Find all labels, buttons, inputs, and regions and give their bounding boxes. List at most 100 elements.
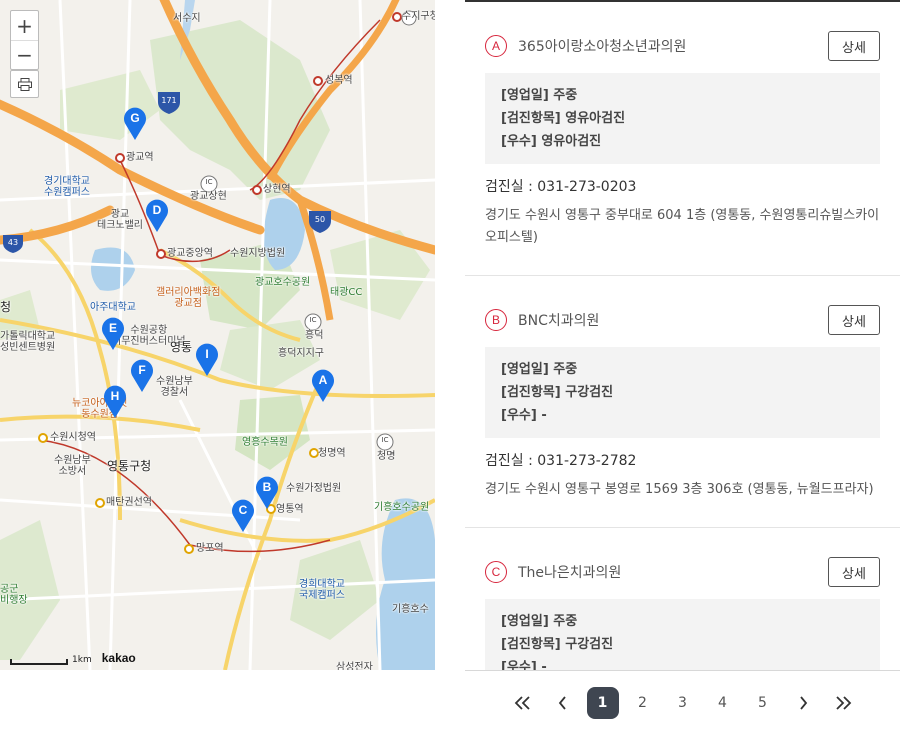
map-label-police: 수원남부 경찰서 xyxy=(156,376,193,398)
map-label-court: 수원지방법원 xyxy=(230,248,286,259)
map-label-sujigu: 수지구청 xyxy=(402,11,435,22)
clinic-name: The나은치과의원 xyxy=(518,565,622,581)
map-marker-d[interactable]: D xyxy=(144,197,170,233)
map-marker-h[interactable]: H xyxy=(102,383,128,419)
excellence: [우수] - xyxy=(501,408,547,423)
last-page-button[interactable] xyxy=(827,687,859,719)
page-button-1[interactable]: 1 xyxy=(586,687,619,719)
map-view[interactable]: 171 50 43 IC IC IC 서수지 수지구청 성복역 광교역 경기대학… xyxy=(0,0,435,670)
route-50-label: 50 xyxy=(314,215,326,224)
map-label-fire: 수원남부 소방서 xyxy=(54,455,91,477)
marker-letter: H xyxy=(110,389,120,403)
marker-letter: E xyxy=(108,321,117,335)
clinic-name: 365아이랑소아청소년과의원 xyxy=(518,39,687,55)
clinic-info-box: [영업일] 주중 [검진항목] 구강검진 [우수] - xyxy=(485,347,880,438)
clinic-phone: 검진실 : 031-273-0203 xyxy=(485,179,637,195)
route-171-label: 171 xyxy=(161,96,177,105)
map-label-yeongheung: 영흥수목원 xyxy=(242,437,288,448)
clinic-name: BNC치과의원 xyxy=(518,313,600,329)
ic-label: IC xyxy=(309,316,317,324)
page-button-3[interactable]: 3 xyxy=(667,687,699,719)
zoom-in-button[interactable]: + xyxy=(11,11,38,40)
page-button-2[interactable]: 2 xyxy=(627,687,659,719)
map-label-ajou: 아주대학교 xyxy=(90,302,136,313)
chevron-right-icon xyxy=(799,696,807,710)
scale-label: 1km xyxy=(72,655,92,665)
map-label-kgu: 경기대학교 수원캠퍼스 xyxy=(44,176,90,198)
clinic-card: A 365아이랑소아청소년과의원 상세 [영업일] 주중 [검진항목] 영유아검… xyxy=(465,2,900,276)
business-days: [영업일] 주중 xyxy=(501,362,578,377)
map-base-layer xyxy=(0,0,435,670)
kakao-logo: kakao xyxy=(101,651,136,665)
page-button-4[interactable]: 4 xyxy=(707,687,739,719)
clinic-address: 경기도 수원시 영통구 봉영로 1569 3층 306호 (영통동, 뉴월드프라… xyxy=(485,482,874,497)
map-label-galleria: 갤러리아백화점 광교점 xyxy=(156,287,221,309)
clinic-list[interactable]: A 365아이랑소아청소년과의원 상세 [영업일] 주중 [검진항목] 영유아검… xyxy=(465,0,900,670)
map-label-seongbok: 성복역 xyxy=(325,75,353,86)
map-marker-i[interactable]: I xyxy=(194,341,220,377)
checkup-items: [검진항목] 구강검진 xyxy=(501,637,614,652)
double-chevron-right-icon xyxy=(835,696,851,710)
ic-label: IC xyxy=(381,436,389,444)
map-label-heungdeok: 흥덕지지구 xyxy=(278,348,324,359)
map-label-taegwang: 태광CC xyxy=(330,287,363,298)
clinic-info-box: [영업일] 주중 [검진항목] 구강검진 [우수] - xyxy=(485,599,880,670)
map-marker-c[interactable]: C xyxy=(230,497,256,533)
map-label-seoulsu: 서수지 xyxy=(173,13,201,24)
map-label-yeongtong-ic: 흥덕 xyxy=(305,330,324,341)
map-label-gwanggyo-jungang: 광교중앙역 xyxy=(167,248,213,259)
map-label-gwanggyo-sangwon: 광교상현 xyxy=(190,191,227,202)
map-label-yeongtong-station: 영통역 xyxy=(276,504,304,515)
business-days: [영업일] 주중 xyxy=(501,88,578,103)
business-days: [영업일] 주중 xyxy=(501,614,578,629)
checkup-items: [검진항목] 구강검진 xyxy=(501,385,614,400)
map-marker-g[interactable]: G xyxy=(122,105,148,141)
map-label-gwanggyo-station: 광교역 xyxy=(126,152,154,163)
map-label-cheongmyeong-ic: 청명 xyxy=(377,451,396,462)
map-label-city-hall: 수원시청역 xyxy=(50,432,96,443)
marker-letter: I xyxy=(205,347,209,361)
map-label-yeongtong: 영통 xyxy=(170,340,193,354)
double-chevron-left-icon xyxy=(514,696,530,710)
clinic-phone: 검진실 : 031-273-2782 xyxy=(485,453,637,469)
map-scale: 1km kakao xyxy=(10,651,136,665)
map-marker-b[interactable]: B xyxy=(254,474,280,510)
map-label-gonggun: 공군 비행장 xyxy=(0,584,28,606)
marker-letter: A xyxy=(318,373,328,387)
map-label-samsung: 삼성전자 xyxy=(336,662,373,670)
map-marker-f[interactable]: F xyxy=(129,357,155,393)
excellence: [우수] - xyxy=(501,660,547,670)
detail-button[interactable]: 상세 xyxy=(828,557,880,587)
map-marker-a[interactable]: A xyxy=(310,367,336,403)
prev-page-button[interactable] xyxy=(547,687,579,719)
map-label-family-court: 수원가정법원 xyxy=(286,483,342,494)
marker-letter: G xyxy=(130,111,140,125)
marker-letter: D xyxy=(152,203,162,217)
zoom-out-button[interactable]: − xyxy=(11,40,38,69)
checkup-items: [검진항목] 영유아검진 xyxy=(501,111,626,126)
chevron-left-icon xyxy=(558,696,566,710)
clinic-info-box: [영업일] 주중 [검진항목] 영유아검진 [우수] 영유아검진 xyxy=(485,73,880,164)
scale-bar xyxy=(10,659,68,665)
map-label-sanghyeon: 상현역 xyxy=(263,184,291,195)
map-label-catholic: 가톨릭대학교 성빈센트병원 xyxy=(0,331,56,353)
print-button[interactable] xyxy=(10,70,39,98)
page-button-5[interactable]: 5 xyxy=(747,687,779,719)
clinic-address: 경기도 수원시 영통구 중부대로 604 1층 (영통동, 수원영통리슈빌스카이… xyxy=(485,208,880,245)
marker-letter: C xyxy=(238,503,248,517)
first-page-button[interactable] xyxy=(507,687,539,719)
clinic-letter-badge: C xyxy=(485,561,507,583)
detail-button[interactable]: 상세 xyxy=(828,305,880,335)
map-label-maetan: 매탄권선역 xyxy=(106,497,152,508)
next-page-button[interactable] xyxy=(787,687,819,719)
clinic-letter-badge: B xyxy=(485,309,507,331)
marker-letter: F xyxy=(138,363,146,377)
ic-label: IC xyxy=(205,178,213,186)
map-marker-e[interactable]: E xyxy=(100,315,126,351)
map-label-giheung-lake: 기흥호수 xyxy=(392,604,429,615)
detail-button[interactable]: 상세 xyxy=(828,31,880,61)
clinic-letter-badge: A xyxy=(485,35,507,57)
map-label-yeongtong-gu: 영통구청 xyxy=(107,459,152,473)
printer-icon xyxy=(17,77,32,91)
route-43-label: 43 xyxy=(7,238,19,247)
